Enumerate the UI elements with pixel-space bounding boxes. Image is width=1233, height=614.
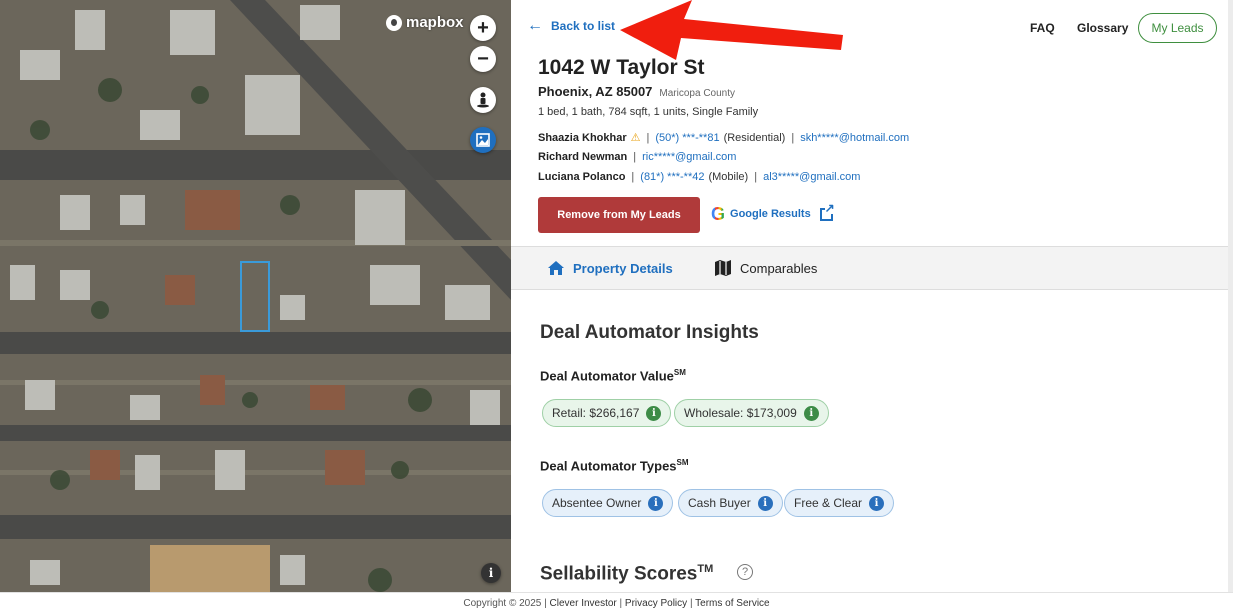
contact-row: Richard Newman | ric*****@gmail.com (538, 151, 736, 163)
contact-name: Shaazia Khokhar (538, 131, 627, 144)
zoom-out-icon: − (477, 47, 489, 70)
info-icon[interactable]: i (803, 405, 819, 421)
service-mark: SM (676, 458, 689, 467)
google-results-link[interactable]: G Google Results (711, 201, 835, 224)
tab-label: Property Details (573, 260, 673, 276)
app: mapbox + − i ← Back to list FAQ Glossary… (0, 0, 1233, 614)
city-state-zip: Phoenix, AZ 85007 (538, 84, 653, 99)
value-title: Deal Automator ValueSM (540, 368, 686, 383)
zoom-in-button[interactable]: + (470, 15, 496, 41)
info-icon: i (488, 566, 494, 580)
phone-type: (Residential) (723, 131, 786, 144)
detail-tabs: Property Details Comparables (511, 246, 1228, 290)
contact-name: Luciana Polanco (538, 171, 626, 183)
street-view-button[interactable] (470, 87, 496, 113)
mapbox-logo: mapbox (386, 14, 464, 31)
trademark: TM (697, 563, 714, 575)
separator: | (754, 171, 758, 183)
chip-label: Free & Clear (794, 496, 863, 510)
absentee-owner-chip[interactable]: Absentee Owner i (542, 489, 674, 517)
zoom-in-icon: + (477, 16, 489, 39)
retail-value-chip[interactable]: Retail: $266,167 i (542, 399, 672, 427)
types-title: Deal Automator TypesSM (540, 458, 689, 473)
help-icon[interactable]: ? (737, 564, 753, 580)
contact-phone-link[interactable]: (81*) ***-**42 (640, 171, 704, 183)
county: Maricopa County (659, 88, 735, 99)
warning-icon: ⚠ (630, 132, 641, 144)
arrow-left-icon: ← (527, 17, 543, 34)
satellite-map[interactable]: mapbox + − i (0, 0, 511, 592)
info-icon[interactable]: i (757, 495, 773, 511)
info-icon[interactable]: i (648, 495, 664, 511)
contact-email-link[interactable]: ric*****@gmail.com (642, 151, 736, 163)
google-icon: G (711, 204, 726, 224)
street-view-icon (477, 92, 489, 108)
phone-type: (Mobile) (708, 171, 749, 183)
separator: | (791, 131, 795, 144)
sellability-title: Sellability ScoresTM (540, 563, 713, 585)
map-attribution-button[interactable]: i (481, 563, 501, 583)
sellability-title-text: Sellability Scores (540, 563, 698, 585)
mapbox-logo-text: mapbox (406, 14, 464, 31)
contact-email-link[interactable]: al3*****@gmail.com (763, 171, 860, 183)
tab-comparables[interactable]: Comparables (714, 260, 817, 276)
satellite-layer-icon (476, 133, 490, 147)
back-to-list-link[interactable]: ← Back to list (527, 17, 616, 34)
value-title-text: Deal Automator Value (540, 368, 674, 384)
home-icon (548, 261, 564, 275)
chip-label: Wholesale: $173,009 (684, 406, 797, 420)
red-arrow-annotation (620, 0, 843, 60)
footer: Copyright © 2025 | Clever Investor | Pri… (0, 592, 1233, 614)
contact-row: Luciana Polanco | (81*) ***-**42 (Mobile… (538, 171, 860, 183)
contact-name: Richard Newman (538, 151, 628, 163)
google-results-label: Google Results (730, 208, 811, 220)
selected-parcel-outline[interactable] (240, 261, 270, 332)
chip-label: Absentee Owner (552, 496, 642, 510)
clever-investor-link[interactable]: Clever Investor (550, 598, 617, 609)
property-location: Phoenix, AZ 85007 Maricopa County (538, 84, 735, 99)
glossary-link[interactable]: Glossary (1077, 21, 1128, 35)
contact-email-link[interactable]: skh*****@hotmail.com (800, 132, 909, 144)
map-icon (715, 260, 731, 276)
satellite-layer-button[interactable] (470, 127, 496, 153)
property-specs: 1 bed, 1 bath, 784 sqft, 1 units, Single… (538, 106, 759, 118)
types-title-text: Deal Automator Types (540, 458, 677, 474)
free-and-clear-chip[interactable]: Free & Clear i (784, 489, 895, 517)
wholesale-value-chip[interactable]: Wholesale: $173,009 i (674, 399, 829, 427)
zoom-out-button[interactable]: − (470, 46, 496, 72)
info-icon[interactable]: i (869, 495, 885, 511)
separator: | (631, 171, 635, 183)
separator: | (646, 131, 650, 144)
faq-link[interactable]: FAQ (1030, 21, 1055, 35)
terms-of-service-link[interactable]: Terms of Service (695, 598, 769, 609)
contact-row: Shaazia Khokhar ⚠ | (50*) ***-**81 (Resi… (538, 131, 909, 145)
back-to-list-label: Back to list (551, 19, 616, 33)
chip-label: Retail: $266,167 (552, 406, 640, 420)
separator: | (633, 151, 637, 163)
mapbox-icon (386, 14, 402, 31)
chip-label: Cash Buyer (688, 496, 751, 510)
external-link-icon (819, 201, 835, 221)
service-mark: SM (673, 368, 686, 377)
property-panel: ← Back to list FAQ Glossary My Leads 104… (511, 0, 1228, 592)
insights-title: Deal Automator Insights (540, 322, 759, 343)
cash-buyer-chip[interactable]: Cash Buyer i (678, 489, 783, 517)
copyright-text: Copyright © 2025 | (463, 598, 547, 609)
privacy-policy-link[interactable]: Privacy Policy (625, 598, 687, 609)
info-icon[interactable]: i (646, 405, 662, 421)
my-leads-button[interactable]: My Leads (1138, 13, 1217, 43)
tab-property-details[interactable]: Property Details (547, 260, 673, 276)
contact-phone-link[interactable]: (50*) ***-**81 (655, 132, 719, 144)
scrollbar[interactable] (1228, 0, 1233, 614)
tab-label: Comparables (740, 260, 818, 276)
remove-from-my-leads-button[interactable]: Remove from My Leads (538, 197, 700, 233)
